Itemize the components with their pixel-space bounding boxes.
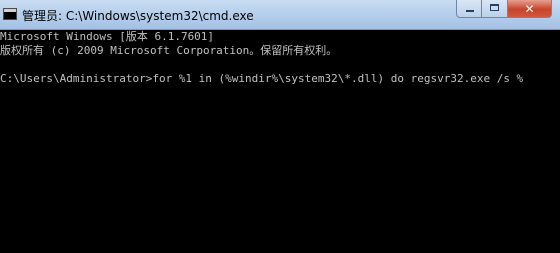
window-controls: ✕ xyxy=(456,0,552,18)
title-bar[interactable]: 管理员: C:\Windows\system32\cmd.exe ✕ xyxy=(0,0,560,30)
console-line: Microsoft Windows [版本 6.1.7601] xyxy=(0,30,215,43)
close-icon: ✕ xyxy=(524,2,535,16)
command-line[interactable]: C:\Users\Administrator>for %1 in (%windi… xyxy=(0,72,560,86)
console-line: 版权所有 (c) 2009 Microsoft Corporation。保留所有… xyxy=(0,44,338,57)
close-button[interactable]: ✕ xyxy=(508,0,552,18)
minimize-icon xyxy=(466,10,474,12)
window-title: 管理员: C:\Windows\system32\cmd.exe xyxy=(22,9,254,23)
minimize-button[interactable] xyxy=(456,0,482,18)
cmd-icon[interactable] xyxy=(3,8,17,20)
maximize-icon xyxy=(490,4,499,11)
maximize-button[interactable] xyxy=(482,0,508,18)
cmd-window: 管理员: C:\Windows\system32\cmd.exe ✕ Micro… xyxy=(0,0,560,253)
console-output[interactable]: Microsoft Windows [版本 6.1.7601] 版权所有 (c)… xyxy=(0,30,560,253)
